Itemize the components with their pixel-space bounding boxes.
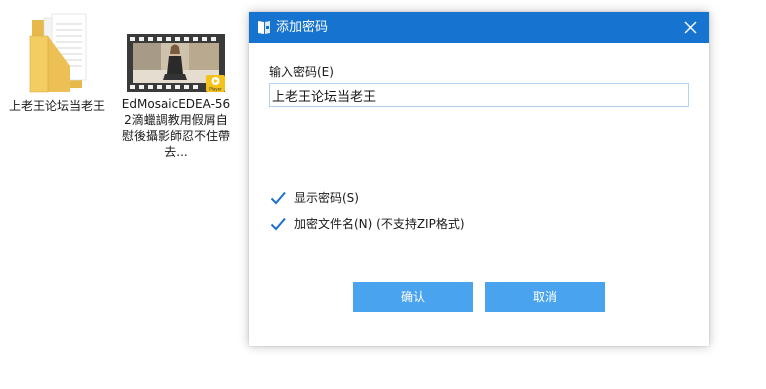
show-password-label: 显示密码(S) — [294, 191, 359, 205]
checkmark-icon — [269, 215, 287, 233]
dialog-titlebar[interactable]: 添加密码 — [249, 12, 709, 43]
video-thumbnail-icon: Player — [127, 34, 225, 92]
folder-label: 上老王论坛当老王 — [8, 99, 105, 113]
password-book-icon — [257, 20, 271, 35]
desktop-video-file[interactable]: Player EdMosaicEDEA-562滴蠟調教用假屑自慰後攝影師忍不住帶… — [120, 34, 232, 160]
password-input[interactable] — [269, 83, 689, 107]
add-password-dialog: 添加密码 输入密码(E) 显示密码(S) 加密文件名(N) (不支持ZIP格式)… — [249, 12, 709, 346]
folder-icon — [24, 10, 90, 96]
desktop-folder[interactable]: 上老王论坛当老王 — [8, 10, 106, 114]
close-icon[interactable] — [680, 17, 701, 38]
show-password-checkbox[interactable]: 显示密码(S) — [269, 188, 359, 208]
cancel-button[interactable]: 取消 — [485, 282, 605, 312]
dialog-title: 添加密码 — [276, 20, 329, 35]
encrypt-filenames-checkbox[interactable]: 加密文件名(N) (不支持ZIP格式) — [269, 214, 465, 234]
password-input-label: 输入密码(E) — [269, 65, 334, 79]
player-badge-text: Player — [209, 87, 222, 92]
checkmark-icon — [269, 189, 287, 207]
video-label: EdMosaicEDEA-562滴蠟調教用假屑自慰後攝影師忍不住帶去... — [121, 97, 231, 159]
confirm-button[interactable]: 确认 — [353, 282, 473, 312]
encrypt-filenames-label: 加密文件名(N) (不支持ZIP格式) — [294, 217, 465, 231]
